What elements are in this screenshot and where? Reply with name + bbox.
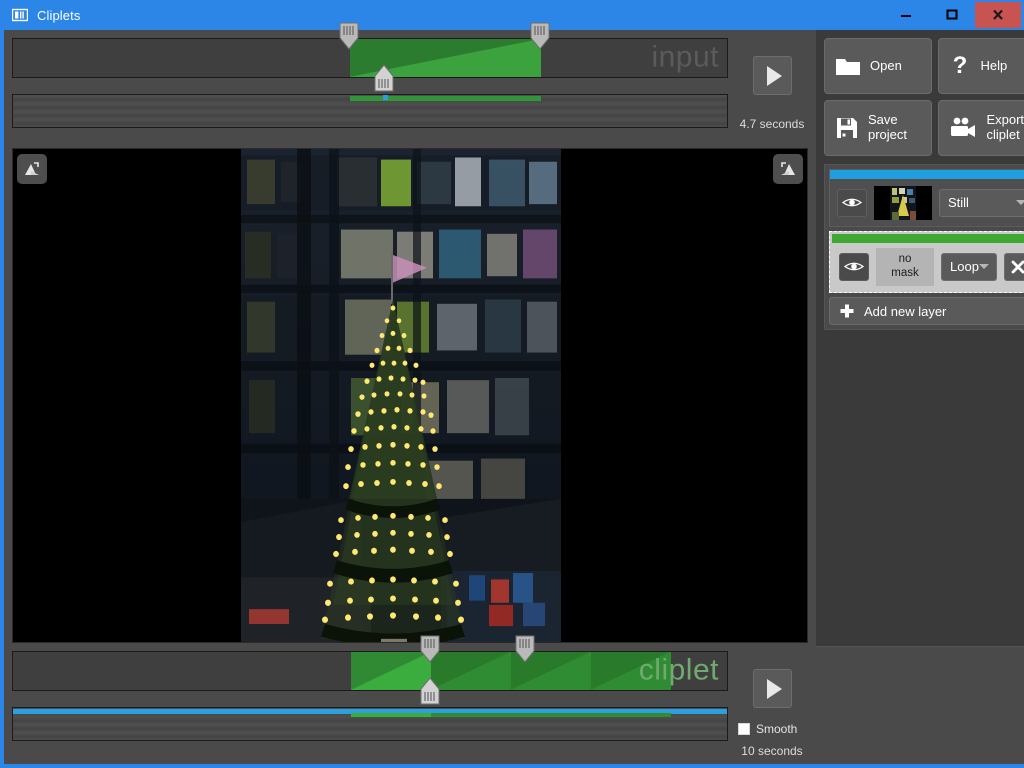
cliplet-timeline-panel: cliplet Smooth 10 seconds (4, 635, 816, 764)
close-x-icon (1011, 260, 1024, 273)
cliplet-playhead-handle[interactable] (420, 677, 440, 705)
close-button[interactable] (975, 2, 1021, 28)
cliplet-scrub-track[interactable] (12, 707, 728, 741)
chevron-down-icon (1015, 200, 1024, 205)
mask-label-line2: mask (891, 266, 919, 279)
layer-visibility-toggle[interactable] (837, 188, 867, 217)
input-position-marker (382, 95, 388, 100)
cliplet-tracks: cliplet (12, 635, 728, 758)
input-selection-bar (350, 96, 542, 101)
maximize-button[interactable] (929, 2, 975, 28)
cliplet-loop-bar (430, 713, 511, 717)
cliplet-loop-bar (510, 713, 591, 717)
folder-icon (836, 59, 860, 75)
mask-label-line1: no (898, 253, 912, 266)
cliplet-duration-label: 10 seconds (741, 744, 803, 758)
cliplet-end-handle[interactable] (515, 635, 535, 663)
input-play-button[interactable] (752, 56, 792, 95)
export-cliplet-button[interactable]: Export cliplet (938, 100, 1024, 156)
video-canvas (13, 149, 807, 642)
app-body: input 4.7 seconds cliplet Smooth 10 seco… (4, 22, 1024, 764)
window-title: Cliplets (37, 7, 81, 23)
minimize-icon (901, 15, 911, 17)
smooth-checkbox[interactable] (738, 723, 750, 735)
side-panel: Open ? Help Save project Export cliplet … (816, 30, 1024, 764)
help-button[interactable]: ? Help (938, 38, 1024, 94)
export-cliplet-label: Export cliplet (986, 112, 1024, 142)
minimize-button[interactable] (883, 2, 929, 28)
layer-item-still[interactable]: Still (829, 169, 1024, 227)
play-icon (766, 65, 782, 86)
editor-column: input 4.7 seconds cliplet Smooth 10 seco… (4, 22, 816, 764)
question-mark-icon: ? (953, 53, 968, 79)
input-timeline-panel: input 4.7 seconds (4, 22, 816, 148)
layer-mode-dropdown[interactable]: Loop (941, 252, 997, 281)
layer-delete-button[interactable] (1003, 252, 1024, 281)
input-duration-label: 4.7 seconds (739, 117, 805, 131)
play-icon (766, 678, 782, 699)
input-playhead-handle[interactable] (374, 64, 394, 92)
layer-mode-value: Still (948, 195, 969, 210)
cliplet-start-handle[interactable] (420, 635, 440, 663)
window-controls (883, 2, 1021, 28)
smooth-checkbox-row[interactable]: Smooth (738, 722, 797, 736)
smooth-label: Smooth (756, 722, 798, 736)
input-end-handle[interactable] (530, 22, 550, 50)
floppy-disk-icon (837, 118, 857, 138)
side-panel-footer (816, 646, 1024, 764)
title-bar: Cliplets (0, 0, 1024, 30)
input-tracks: input (12, 22, 728, 131)
open-button[interactable]: Open (824, 38, 933, 94)
cliplet-loop-block[interactable] (430, 652, 511, 690)
layer-accent-bar (832, 234, 1024, 243)
eye-icon (844, 262, 864, 271)
input-scrub-track[interactable] (12, 94, 728, 128)
save-project-button[interactable]: Save project (824, 100, 933, 156)
cliplet-controls: Smooth 10 seconds (736, 651, 808, 758)
close-icon (993, 9, 1003, 20)
open-label: Open (870, 57, 902, 73)
layer-visibility-toggle[interactable] (839, 252, 869, 281)
cliplet-play-button[interactable] (752, 669, 792, 708)
layer-item-loop[interactable]: no mask Loop (829, 231, 1024, 293)
input-controls: 4.7 seconds (736, 38, 808, 131)
add-new-layer-label: Add new layer (864, 303, 947, 319)
flip-horizontal-icon[interactable] (17, 154, 47, 184)
eye-icon (842, 198, 862, 207)
side-panel-spacer (816, 330, 1024, 646)
svg-text:?: ? (953, 53, 968, 79)
help-label: Help (980, 57, 1008, 73)
cliplet-loop-bar (590, 713, 671, 717)
flip-horizontal-mirrored-icon[interactable] (773, 154, 803, 184)
cliplet-loop-block[interactable] (350, 652, 431, 690)
layer-accent-bar (830, 170, 1024, 179)
plus-icon (840, 304, 854, 318)
app-book-icon (11, 8, 29, 22)
cliplet-track[interactable]: cliplet (12, 651, 728, 691)
cliplet-loop-bar (350, 713, 431, 717)
chevron-down-icon (978, 264, 989, 269)
input-watermark: input (651, 40, 719, 74)
video-frame (241, 149, 561, 642)
layer-mode-value: Loop (950, 259, 979, 274)
layer-thumbnail[interactable] (874, 185, 932, 220)
video-preview[interactable] (12, 148, 808, 643)
layers-panel: Still no mask Loop Add new layer (824, 164, 1024, 330)
main-toolbar: Open ? Help Save project Export cliplet (816, 30, 1024, 162)
cliplet-loop-block[interactable] (590, 652, 671, 690)
save-project-label: Save project (868, 112, 908, 142)
add-new-layer-button[interactable]: Add new layer (829, 297, 1024, 325)
app-window: Cliplets input 4.7 seconds cliplet Smoot… (0, 0, 1024, 768)
layer-thumbnail-image (874, 185, 932, 220)
video-camera-icon (951, 117, 976, 137)
layer-mode-dropdown[interactable]: Still (939, 188, 1024, 217)
layer-mask-thumbnail[interactable]: no mask (876, 247, 934, 286)
maximize-icon (946, 9, 958, 20)
input-track[interactable]: input (12, 38, 728, 78)
input-start-handle[interactable] (339, 22, 359, 50)
